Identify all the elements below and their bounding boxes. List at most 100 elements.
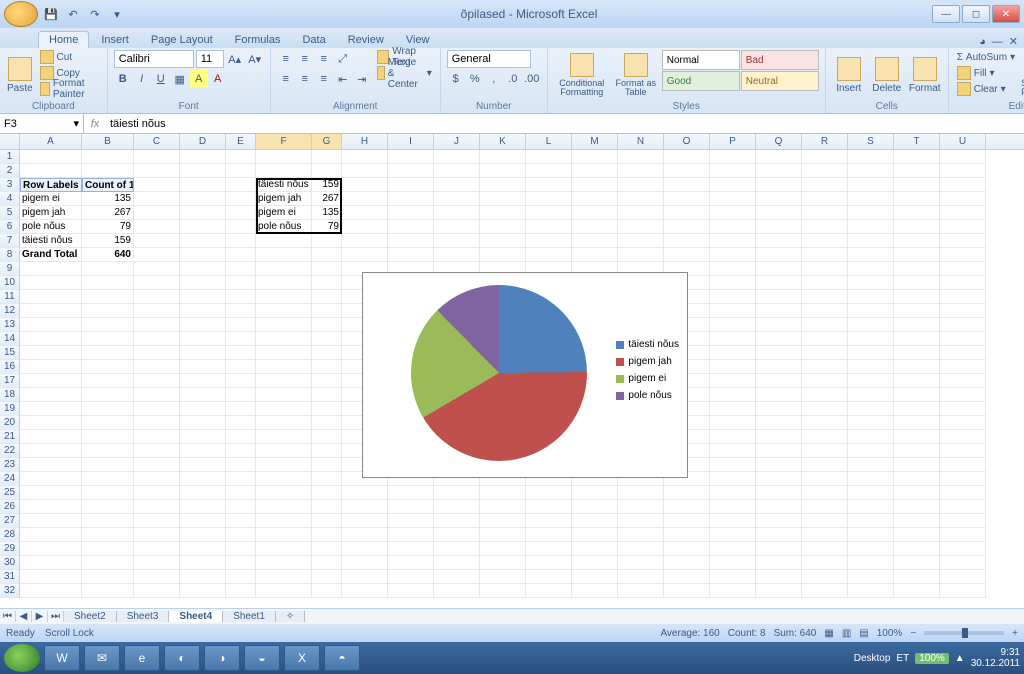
indent-dec-icon[interactable]: ⇤ bbox=[334, 70, 352, 88]
cell[interactable] bbox=[664, 528, 710, 542]
cell[interactable] bbox=[480, 584, 526, 598]
number-format-select[interactable]: General bbox=[447, 50, 531, 68]
cell[interactable] bbox=[20, 164, 82, 178]
cell[interactable] bbox=[434, 528, 480, 542]
cell[interactable] bbox=[312, 486, 342, 500]
row-header[interactable]: 9 bbox=[0, 262, 20, 276]
cell[interactable] bbox=[802, 178, 848, 192]
cell[interactable] bbox=[134, 514, 180, 528]
qat-redo-icon[interactable]: ↷ bbox=[86, 5, 104, 23]
cell[interactable] bbox=[572, 486, 618, 500]
cell[interactable] bbox=[388, 164, 434, 178]
row-header[interactable]: 15 bbox=[0, 346, 20, 360]
cell[interactable] bbox=[940, 304, 986, 318]
cell[interactable] bbox=[480, 248, 526, 262]
cell[interactable] bbox=[180, 416, 226, 430]
cell[interactable] bbox=[134, 318, 180, 332]
cell[interactable]: Count of 10 bbox=[82, 178, 134, 192]
row-header[interactable]: 12 bbox=[0, 304, 20, 318]
cell[interactable] bbox=[848, 416, 894, 430]
cell[interactable] bbox=[312, 556, 342, 570]
tray-lang[interactable]: ET bbox=[896, 653, 909, 664]
cell[interactable] bbox=[572, 164, 618, 178]
cell[interactable] bbox=[756, 556, 802, 570]
orientation-icon[interactable]: ⤢ bbox=[334, 50, 352, 68]
cell[interactable] bbox=[180, 528, 226, 542]
cell[interactable] bbox=[848, 486, 894, 500]
cell[interactable] bbox=[710, 570, 756, 584]
cell[interactable] bbox=[710, 500, 756, 514]
cell[interactable] bbox=[256, 346, 312, 360]
cell[interactable] bbox=[572, 248, 618, 262]
cell[interactable] bbox=[848, 514, 894, 528]
cell[interactable] bbox=[82, 472, 134, 486]
dec-decimal-icon[interactable]: .00 bbox=[523, 70, 541, 88]
cell[interactable] bbox=[180, 248, 226, 262]
col-header[interactable]: L bbox=[526, 134, 572, 149]
cell[interactable] bbox=[434, 486, 480, 500]
cell[interactable] bbox=[526, 514, 572, 528]
cell[interactable] bbox=[802, 556, 848, 570]
fill-button[interactable]: Fill▾ bbox=[955, 66, 1017, 80]
cell[interactable] bbox=[940, 430, 986, 444]
cell[interactable] bbox=[480, 570, 526, 584]
cell[interactable] bbox=[388, 220, 434, 234]
cell[interactable] bbox=[82, 542, 134, 556]
cell[interactable] bbox=[894, 220, 940, 234]
col-header[interactable]: E bbox=[226, 134, 256, 149]
cell[interactable] bbox=[940, 248, 986, 262]
ribbon-min-icon[interactable]: — bbox=[992, 36, 1003, 48]
col-header[interactable]: I bbox=[388, 134, 434, 149]
row-header[interactable]: 22 bbox=[0, 444, 20, 458]
cell[interactable] bbox=[664, 150, 710, 164]
cell[interactable] bbox=[756, 374, 802, 388]
cell[interactable] bbox=[134, 528, 180, 542]
cell[interactable] bbox=[848, 290, 894, 304]
col-header[interactable]: O bbox=[664, 134, 710, 149]
maximize-button[interactable]: ◻ bbox=[962, 5, 990, 23]
cell[interactable] bbox=[20, 346, 82, 360]
task-word-icon[interactable]: W bbox=[44, 645, 80, 671]
cell[interactable] bbox=[82, 304, 134, 318]
task-app-icon[interactable]: ◒ bbox=[244, 645, 280, 671]
cell[interactable] bbox=[226, 332, 256, 346]
cell[interactable] bbox=[342, 220, 388, 234]
cell[interactable] bbox=[226, 388, 256, 402]
cell[interactable] bbox=[710, 262, 756, 276]
cell[interactable] bbox=[134, 220, 180, 234]
cell[interactable] bbox=[180, 332, 226, 346]
cell[interactable] bbox=[134, 570, 180, 584]
cell[interactable] bbox=[756, 206, 802, 220]
row-header[interactable]: 11 bbox=[0, 290, 20, 304]
cell[interactable] bbox=[526, 584, 572, 598]
cell[interactable] bbox=[756, 248, 802, 262]
cell[interactable] bbox=[20, 444, 82, 458]
cell[interactable] bbox=[894, 388, 940, 402]
cell[interactable] bbox=[20, 556, 82, 570]
zoom-in-icon[interactable]: + bbox=[1012, 628, 1018, 639]
cell[interactable] bbox=[226, 374, 256, 388]
cell[interactable] bbox=[940, 514, 986, 528]
cell[interactable] bbox=[134, 458, 180, 472]
cell[interactable] bbox=[664, 500, 710, 514]
cell[interactable] bbox=[940, 360, 986, 374]
cell[interactable] bbox=[226, 262, 256, 276]
cell[interactable] bbox=[802, 150, 848, 164]
clear-button[interactable]: Clear▾ bbox=[955, 82, 1017, 96]
cell[interactable] bbox=[312, 360, 342, 374]
cell[interactable] bbox=[618, 178, 664, 192]
cell[interactable] bbox=[82, 444, 134, 458]
cell[interactable] bbox=[894, 444, 940, 458]
cell[interactable] bbox=[312, 542, 342, 556]
cell[interactable] bbox=[180, 262, 226, 276]
cell[interactable] bbox=[388, 178, 434, 192]
row-header[interactable]: 17 bbox=[0, 374, 20, 388]
cell[interactable] bbox=[312, 290, 342, 304]
cell[interactable] bbox=[180, 192, 226, 206]
cell[interactable] bbox=[710, 164, 756, 178]
sheet-nav-prev-icon[interactable]: ◀ bbox=[16, 611, 32, 622]
cell[interactable] bbox=[756, 276, 802, 290]
task-outlook-icon[interactable]: ✉ bbox=[84, 645, 120, 671]
cell[interactable] bbox=[134, 276, 180, 290]
cell[interactable] bbox=[802, 570, 848, 584]
